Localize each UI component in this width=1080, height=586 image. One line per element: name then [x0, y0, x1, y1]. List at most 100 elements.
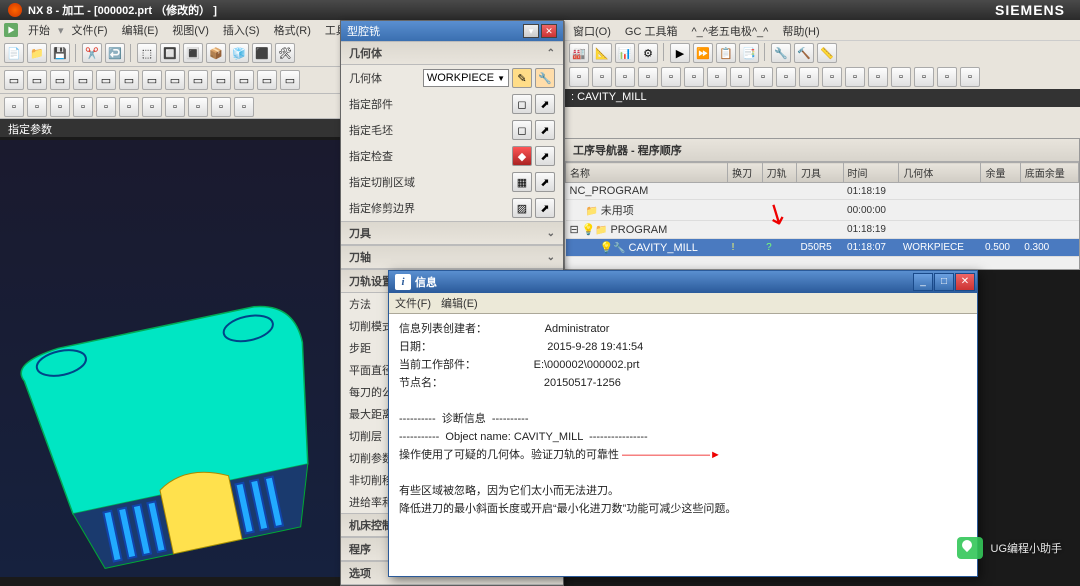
- menu-start[interactable]: 开始: [22, 20, 56, 40]
- tb-icon[interactable]: ▭: [4, 70, 24, 90]
- menu-view[interactable]: 视图(V): [166, 20, 215, 40]
- select-icon[interactable]: ⬈: [535, 146, 555, 166]
- tb-icon[interactable]: ▫: [707, 67, 727, 87]
- tb-icon[interactable]: ▫: [776, 67, 796, 87]
- maximize-button[interactable]: □: [934, 273, 954, 291]
- tb-icon[interactable]: ▫: [914, 67, 934, 87]
- tb-icon[interactable]: ▫: [684, 67, 704, 87]
- tb-icon[interactable]: 🏭: [569, 43, 589, 63]
- tb-icon[interactable]: ▫: [615, 67, 635, 87]
- tb-icon[interactable]: 📐: [592, 43, 612, 63]
- tb-icon[interactable]: ▫: [73, 97, 93, 117]
- tb-icon[interactable]: ▫: [730, 67, 750, 87]
- tb-icon[interactable]: 📋: [716, 43, 736, 63]
- tb-icon[interactable]: ▫: [891, 67, 911, 87]
- tb-icon[interactable]: 🔨: [794, 43, 814, 63]
- menu-insert[interactable]: 插入(S): [217, 20, 266, 40]
- tb-icon[interactable]: ▭: [142, 70, 162, 90]
- menu-window[interactable]: 窗口(O): [569, 21, 615, 41]
- section-axis[interactable]: 刀轴⌄: [341, 245, 563, 269]
- tb-icon[interactable]: ▫: [27, 97, 47, 117]
- tb-icon[interactable]: 📑: [739, 43, 759, 63]
- tb-icon[interactable]: ▫: [799, 67, 819, 87]
- table-row[interactable]: 📁 未用项 00:00:00: [566, 200, 1079, 221]
- check-icon[interactable]: ◆: [512, 146, 532, 166]
- tb-icon[interactable]: 📊: [615, 43, 635, 63]
- edit-icon[interactable]: ✎: [512, 68, 532, 88]
- tb-icon[interactable]: 🧊: [229, 43, 249, 63]
- tb-icon[interactable]: ▫: [960, 67, 980, 87]
- close-button[interactable]: ✕: [955, 273, 975, 291]
- tb-icon[interactable]: ▭: [165, 70, 185, 90]
- tb-icon[interactable]: ▫: [638, 67, 658, 87]
- geometry-dropdown[interactable]: WORKPIECE▼: [423, 69, 509, 87]
- col-toolchg[interactable]: 换刀: [728, 163, 762, 183]
- tb-icon[interactable]: ↩️: [105, 43, 125, 63]
- menu-help[interactable]: 帮助(H): [778, 21, 823, 41]
- table-row-selected[interactable]: 💡🔧 CAVITY_MILL ! ? D50R5 01:18:07 WORKPI…: [566, 239, 1079, 257]
- info-menu-edit[interactable]: 编辑(E): [441, 295, 478, 311]
- info-titlebar[interactable]: i 信息 _ □ ✕: [389, 271, 977, 293]
- menu-format[interactable]: 格式(R): [268, 20, 317, 40]
- select-icon[interactable]: ⬈: [535, 94, 555, 114]
- menu-edit[interactable]: 编辑(E): [116, 20, 165, 40]
- table-row[interactable]: NC_PROGRAM 01:18:19: [566, 183, 1079, 200]
- tb-icon[interactable]: ✂️: [82, 43, 102, 63]
- tb-icon[interactable]: ▫: [868, 67, 888, 87]
- tb-icon[interactable]: ▫: [188, 97, 208, 117]
- tb-icon[interactable]: ▭: [50, 70, 70, 90]
- tb-icon[interactable]: ▫: [592, 67, 612, 87]
- select-icon[interactable]: ⬈: [535, 120, 555, 140]
- select-icon[interactable]: ⬈: [535, 172, 555, 192]
- tb-icon[interactable]: 🛠: [275, 43, 295, 63]
- tb-icon[interactable]: ▭: [234, 70, 254, 90]
- graphics-viewport[interactable]: [0, 140, 340, 577]
- tb-icon[interactable]: 🔲: [160, 43, 180, 63]
- tb-icon[interactable]: ▫: [569, 67, 589, 87]
- menu-gc-toolbox[interactable]: GC 工具箱: [621, 21, 682, 41]
- col-tool[interactable]: 刀具: [797, 163, 844, 183]
- expand-icon[interactable]: ⊟: [570, 224, 579, 236]
- tb-icon[interactable]: 📄: [4, 43, 24, 63]
- dropdown-button[interactable]: ▾: [523, 24, 539, 38]
- tb-icon[interactable]: ▫: [50, 97, 70, 117]
- tb-icon[interactable]: ▫: [845, 67, 865, 87]
- col-geom[interactable]: 几何体: [899, 163, 981, 183]
- part-icon[interactable]: ◻: [512, 94, 532, 114]
- tb-icon[interactable]: ⏩: [693, 43, 713, 63]
- tb-icon[interactable]: ▫: [753, 67, 773, 87]
- menu-electrode[interactable]: ^_^老五电极^_^: [687, 21, 772, 41]
- tb-icon[interactable]: ▫: [4, 97, 24, 117]
- tb-icon[interactable]: ⬚: [137, 43, 157, 63]
- table-row[interactable]: ⊟ 💡📁 PROGRAM 01:18:19: [566, 221, 1079, 239]
- col-stock[interactable]: 余量: [981, 163, 1020, 183]
- tb-icon[interactable]: ▭: [257, 70, 277, 90]
- tb-icon[interactable]: ▭: [27, 70, 47, 90]
- tb-icon[interactable]: ▫: [96, 97, 116, 117]
- wrench-icon[interactable]: 🔧: [535, 68, 555, 88]
- tb-icon[interactable]: ▫: [937, 67, 957, 87]
- tb-icon[interactable]: 📏: [817, 43, 837, 63]
- tb-icon[interactable]: ▭: [73, 70, 93, 90]
- tb-icon[interactable]: 🔳: [183, 43, 203, 63]
- tb-icon[interactable]: ▫: [234, 97, 254, 117]
- tb-icon[interactable]: 🔧: [771, 43, 791, 63]
- col-name[interactable]: 名称: [566, 163, 728, 183]
- tb-icon[interactable]: ▭: [188, 70, 208, 90]
- tb-icon[interactable]: ⚙: [638, 43, 658, 63]
- section-geometry[interactable]: 几何体⌃: [341, 41, 563, 65]
- col-time[interactable]: 时间: [843, 163, 899, 183]
- tb-icon[interactable]: ▫: [142, 97, 162, 117]
- tb-icon[interactable]: ▫: [661, 67, 681, 87]
- tb-icon[interactable]: ▫: [165, 97, 185, 117]
- tb-icon[interactable]: ▭: [119, 70, 139, 90]
- tb-icon[interactable]: ▫: [822, 67, 842, 87]
- blank-icon[interactable]: ◻: [512, 120, 532, 140]
- tb-icon[interactable]: ▭: [96, 70, 116, 90]
- close-button[interactable]: ✕: [541, 24, 557, 38]
- area-icon[interactable]: ▦: [512, 172, 532, 192]
- trim-icon[interactable]: ▨: [512, 198, 532, 218]
- menu-file[interactable]: 文件(F): [66, 20, 114, 40]
- tb-icon[interactable]: ▫: [211, 97, 231, 117]
- dialog-titlebar[interactable]: 型腔铣 ▾ ✕: [341, 21, 563, 41]
